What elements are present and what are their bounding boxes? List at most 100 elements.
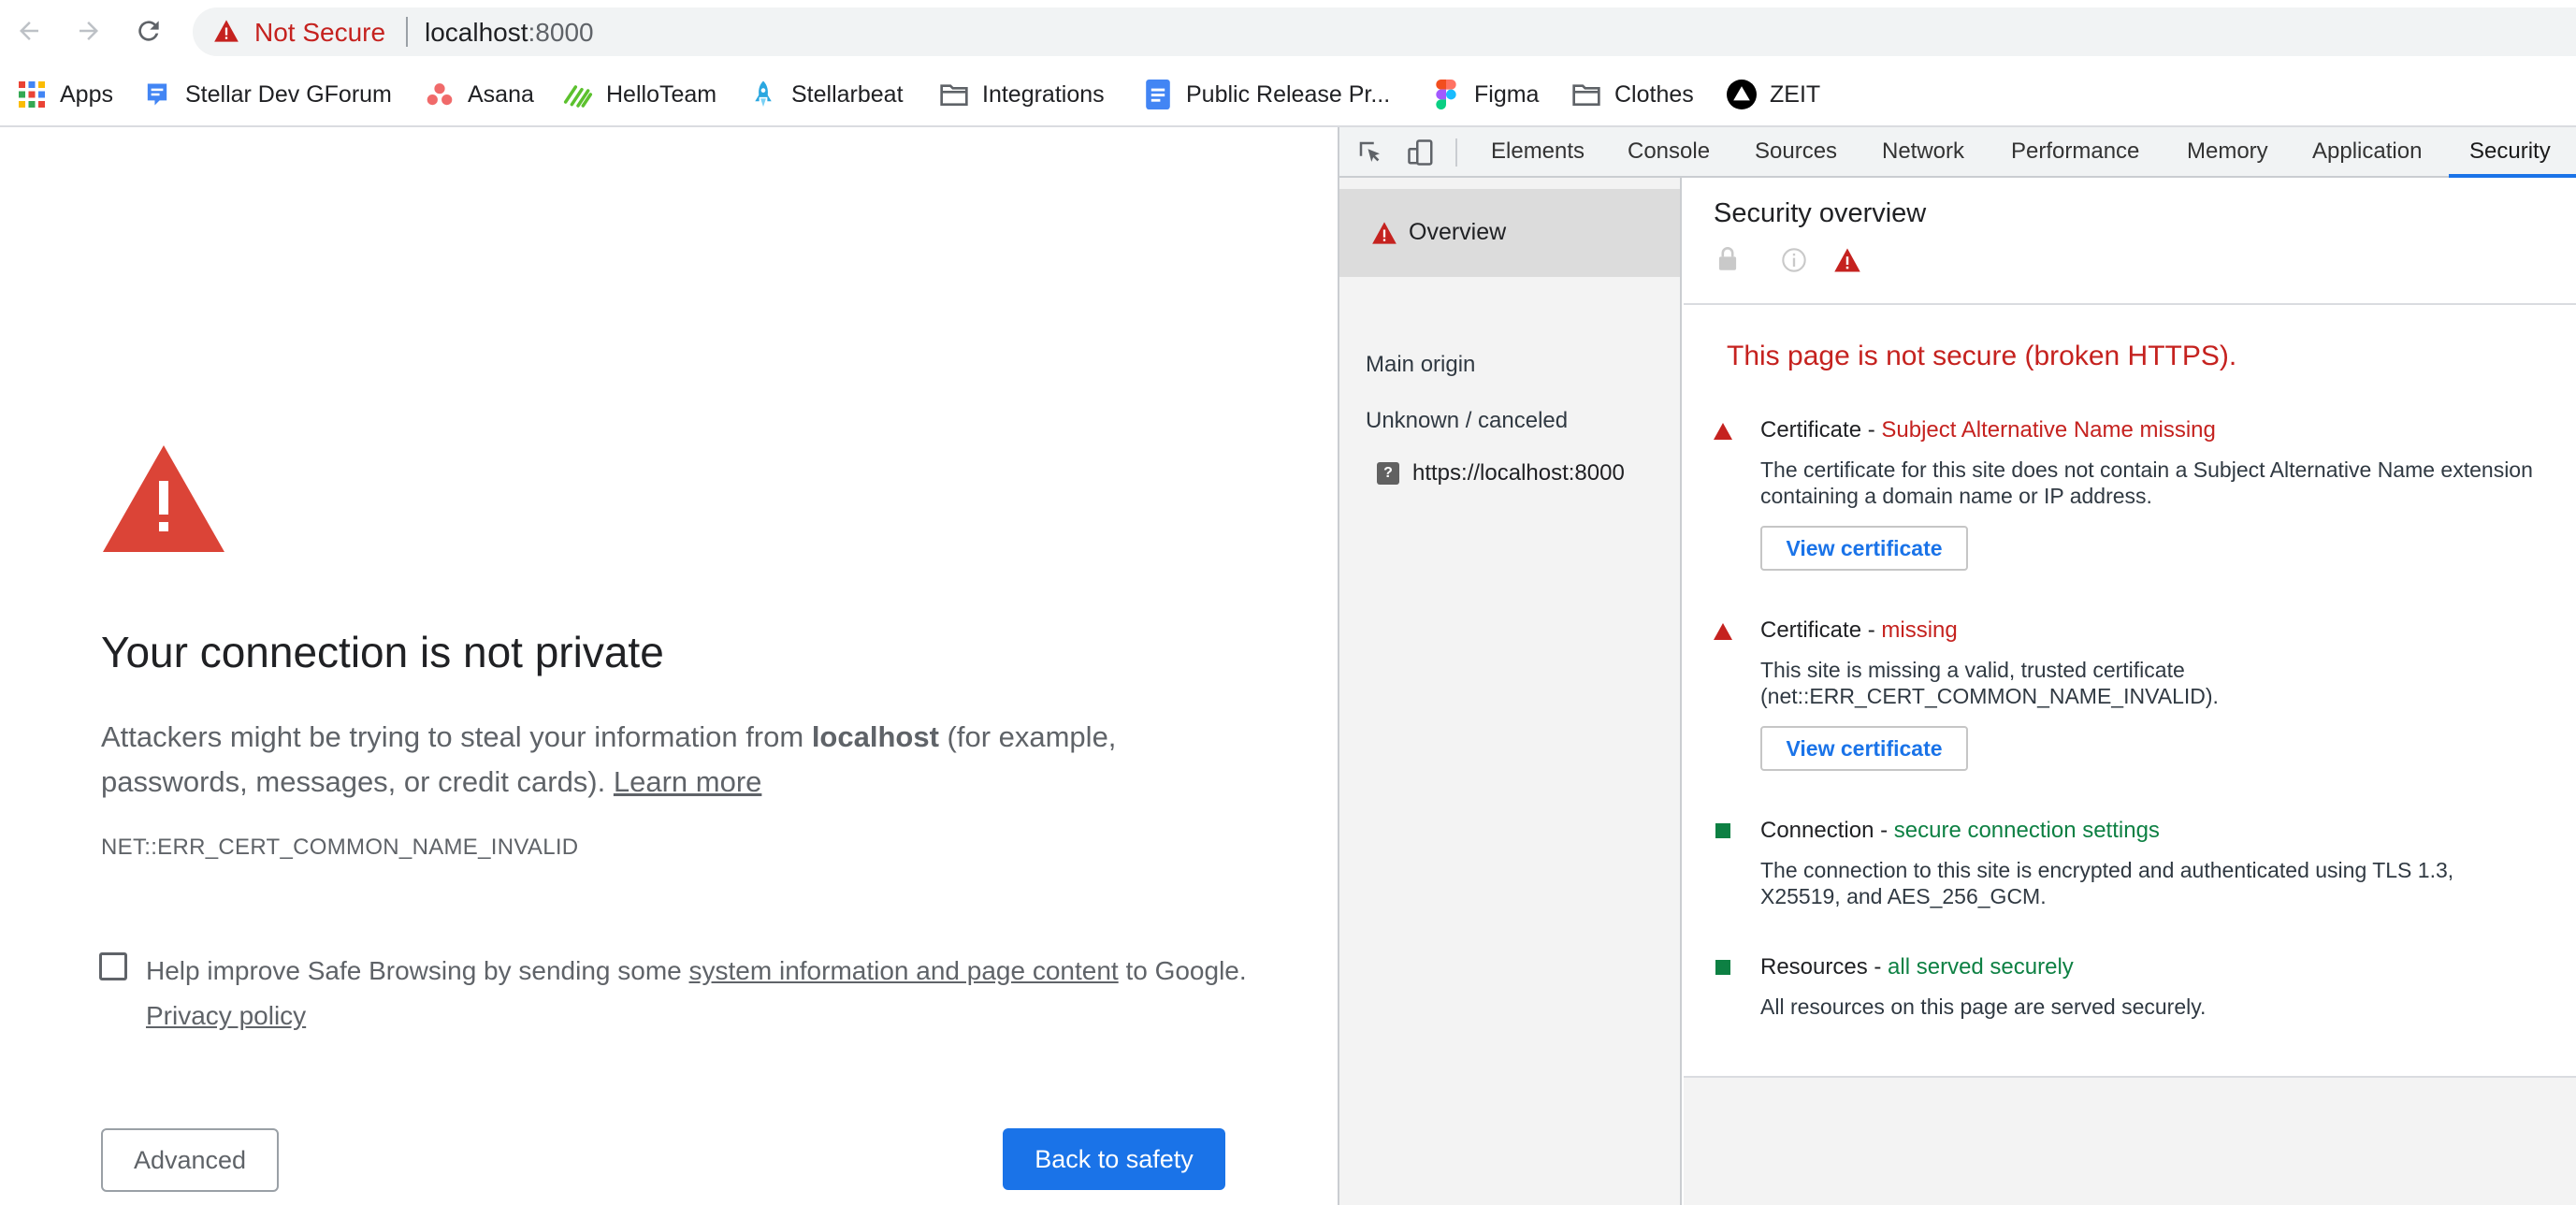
page-heading: Your connection is not private [101,628,664,676]
tab-application[interactable]: Application [2312,127,2422,178]
privacy-policy-link[interactable]: Privacy policy [146,1001,306,1030]
explanation-title: Resources - all served securely [1760,954,2074,980]
back-nav-button[interactable] [11,13,47,49]
tab-console[interactable]: Console [1628,127,1710,178]
explanation-title: Certificate - Subject Alternative Name m… [1760,417,2216,443]
url-host: localhost [425,18,528,47]
back-to-safety-button[interactable]: Back to safety [1003,1128,1225,1190]
explanation-text: Attackers might be trying to steal your … [101,715,1261,805]
warning-triangle-icon [1714,423,1732,440]
warning-triangle-icon [1372,222,1397,244]
security-status-label[interactable]: Not Secure [254,18,385,48]
url-port: :8000 [528,18,594,47]
overview-header: Security overview [1684,178,2576,305]
docs-icon [1143,80,1173,109]
bookmark-clothes[interactable]: Clothes [1571,77,1694,112]
bookmark-label: Figma [1474,80,1540,108]
helloteam-icon [563,80,593,109]
bookmark-stellar-dev-gforum[interactable]: Stellar Dev GForum [142,77,392,112]
overview-title: Security overview [1714,198,1927,228]
bookmark-label: Clothes [1614,80,1694,108]
arrow-left-icon [20,22,38,40]
arrow-right-icon [80,22,98,40]
secure-square-icon [1715,823,1730,838]
bookmark-label: Integrations [982,80,1105,108]
bookmark-figma[interactable]: Figma [1431,77,1539,112]
explanation-description: This site is missing a valid, trusted ce… [1760,658,2219,708]
apps-grid-icon [17,80,47,109]
bookmark-label: Stellar Dev GForum [185,80,392,108]
safe-browsing-checkbox[interactable] [99,952,127,980]
bookmark-label: Public Release Pr... [1186,80,1391,108]
warning-triangle-icon [1834,248,1860,272]
bookmark-asana[interactable]: Asana [425,77,534,112]
view-certificate-button[interactable]: View certificate [1760,526,1968,571]
folder-icon [1571,80,1601,109]
devtools-tab-bar: Elements Console Sources Network Perform… [1339,127,2576,178]
explanation-certificate-san: Certificate - Subject Alternative Name m… [1714,417,2555,576]
toolbar-separator [1455,138,1457,167]
figma-icon [1431,80,1461,109]
question-mark-icon: ? [1377,462,1399,485]
safe-browsing-text: Help improve Safe Browsing by sending so… [146,949,1306,1038]
explanation-resources: Resources - all served securely All reso… [1714,954,2555,1029]
explanation-description: The certificate for this site does not c… [1760,457,2533,508]
tab-memory[interactable]: Memory [2187,127,2268,178]
bookmark-apps[interactable]: Apps [17,77,113,112]
warning-triangle-icon [1714,623,1732,640]
tab-sources[interactable]: Sources [1755,127,1837,178]
explanation-description: All resources on this page are served se… [1760,994,2207,1019]
error-code: NET::ERR_CERT_COMMON_NAME_INVALID [101,835,579,860]
safe-browsing-prefix: Help improve Safe Browsing by sending so… [146,956,689,985]
explanation-title: Certificate - missing [1760,617,1958,643]
bookmark-integrations[interactable]: Integrations [939,77,1105,112]
origin-url: https://localhost:8000 [1412,460,1625,486]
browser-toolbar: Not Secure localhost:8000 [0,0,2576,62]
folder-icon [939,80,969,109]
sidebar-item-overview[interactable]: Overview [1339,189,1680,277]
device-mobile-icon [1408,139,1433,166]
reload-icon [138,21,159,41]
overview-footer-area [1684,1076,2576,1205]
bookmark-label: HelloTeam [606,80,717,108]
warning-triangle-icon [103,445,224,552]
bookmark-public-release[interactable]: Public Release Pr... [1143,77,1390,112]
url-text[interactable]: localhost:8000 [425,18,594,48]
cursor-select-icon [1359,141,1380,162]
lock-icon [1718,247,1737,270]
explanation-description: The connection to this site is encrypted… [1760,858,2454,908]
learn-more-link[interactable]: Learn more [614,765,762,798]
tab-network[interactable]: Network [1882,127,1964,178]
system-info-link[interactable]: system information and page content [689,956,1119,985]
view-certificate-button[interactable]: View certificate [1760,726,1968,771]
interstitial-page: Your connection is not private Attackers… [0,127,1338,1205]
sidebar-main-origin: Main origin [1366,352,1476,377]
omnibox-separator [406,17,408,47]
tab-elements[interactable]: Elements [1491,127,1585,178]
forward-nav-button[interactable] [71,13,107,49]
secure-square-icon [1715,960,1730,975]
asana-icon [425,80,455,109]
explanation-connection: Connection - secure connection settings … [1714,818,2555,921]
bookmark-stellarbeat[interactable]: Stellarbeat [748,77,904,112]
bookmark-zeit[interactable]: ZEIT [1727,77,1820,112]
forum-icon [142,80,172,109]
bookmark-label: Asana [468,80,534,108]
bookmark-label: Stellarbeat [791,80,904,108]
bookmark-helloteam[interactable]: HelloTeam [563,77,716,112]
bookmark-label: Apps [60,80,113,108]
inspect-element-button[interactable] [1354,137,1386,168]
tab-performance[interactable]: Performance [2011,127,2139,178]
explanation-certificate-missing: Certificate - missing This site is missi… [1714,617,2555,777]
sidebar-item-label: Overview [1409,219,1507,245]
reload-button[interactable] [131,13,166,49]
device-toolbar-button[interactable] [1405,137,1437,168]
sidebar-item-origin[interactable]: ? https://localhost:8000 [1377,460,1625,486]
advanced-button[interactable]: Advanced [101,1128,279,1192]
warning-triangle-icon [214,20,239,42]
info-icon [1782,248,1806,272]
security-overview-panel: Security overview This page is not secur… [1684,178,2576,1205]
zeit-icon [1727,80,1757,109]
omnibox[interactable]: Not Secure localhost:8000 [193,7,2576,56]
tab-security[interactable]: Security [2469,127,2551,178]
